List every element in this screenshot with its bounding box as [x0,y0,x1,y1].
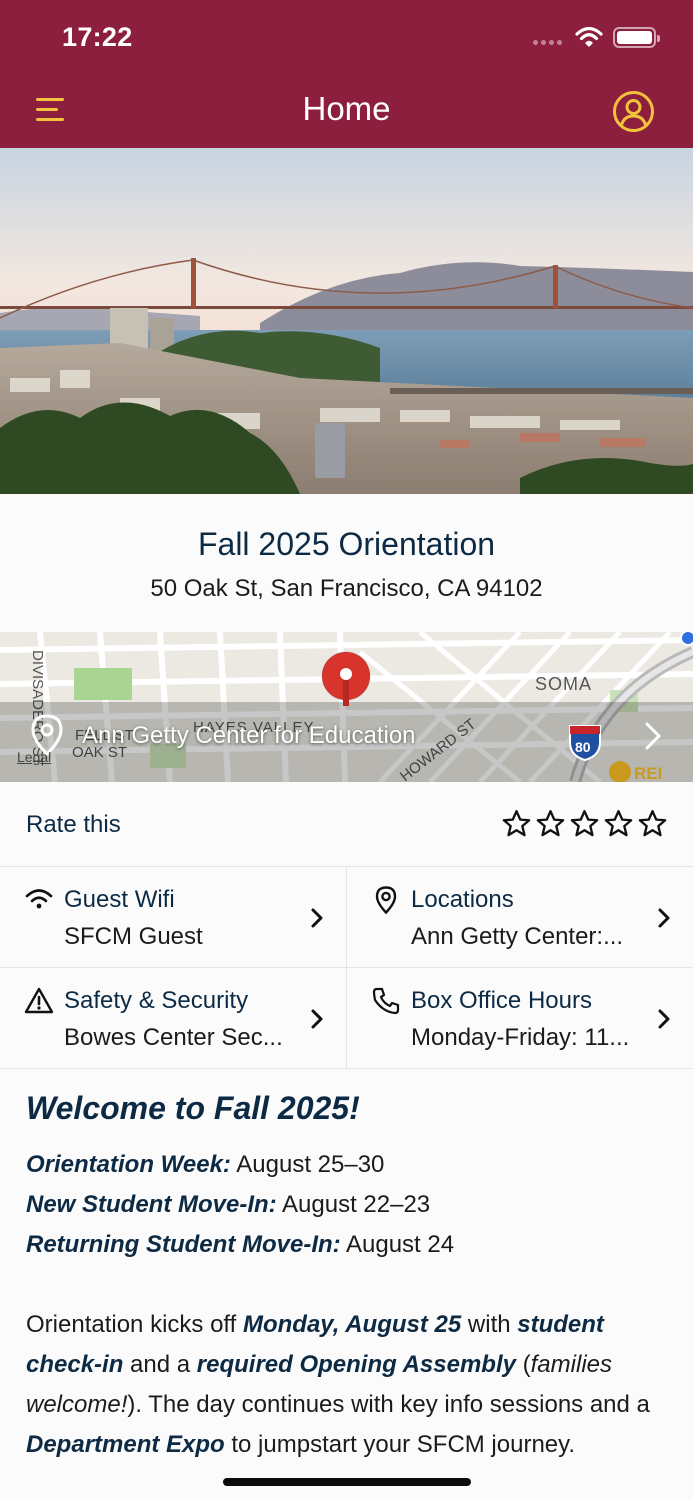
page-title: Home [302,90,391,127]
home-indicator[interactable] [223,1478,471,1486]
date-value: August 25–30 [230,1151,385,1178]
event-address: 50 Oak St, San Francisco, CA 94102 [150,575,543,602]
event-title: Fall 2025 Orientation [197,526,496,562]
info-card-subtitle: Monday-Friday: 11... [411,1024,630,1051]
date-label: New Student Move-In: [26,1191,277,1218]
user-circle-icon[interactable] [612,90,655,133]
star-rating[interactable] [501,808,668,839]
welcome-paragraph: Orientation kicks off Monday, August 25 … [26,1311,650,1458]
rate-row: Rate this [0,782,693,867]
info-card-title: Locations [411,886,514,913]
star-icon[interactable] [603,808,634,839]
date-orientation-week: Orientation Week: August 25–30 [26,1145,666,1185]
date-new-student-move-in: New Student Move-In: August 22–23 [26,1185,666,1225]
info-card-guest-wifi[interactable]: Guest Wifi SFCM Guest [0,867,346,968]
app-header: 17:22 Home [0,0,693,148]
info-card-subtitle: Ann Getty Center:... [411,923,624,950]
star-icon[interactable] [569,808,600,839]
rate-label: Rate this [26,811,121,838]
star-icon[interactable] [535,808,566,839]
info-card-box-office-hours[interactable]: Box Office Hours Monday-Friday: 11... [346,968,693,1069]
svg-text:REI: REI [634,764,662,782]
warning-triangle-icon [24,987,54,1014]
star-icon[interactable] [637,808,668,839]
star-icon[interactable] [501,808,532,839]
info-card-locations[interactable]: Locations Ann Getty Center:... [346,867,693,968]
hero-image [0,148,693,494]
info-card-subtitle: Bowes Center Sec... [64,1024,283,1051]
date-label: Returning Student Move-In: [26,1231,341,1258]
wifi-status-icon [575,26,603,47]
chevron-right-icon [658,908,670,928]
info-card-subtitle: SFCM Guest [64,923,203,950]
welcome-content: Welcome to Fall 2025! Orientation Week: … [26,1090,666,1465]
status-time: 17:22 [62,22,133,52]
wifi-icon [25,889,53,909]
date-label: Orientation Week: [26,1151,231,1178]
svg-text:80: 80 [575,739,591,755]
info-card-title: Safety & Security [64,987,249,1014]
battery-icon [613,27,660,48]
cellular-signal-icon [533,40,562,45]
info-card-safety-security[interactable]: Safety & Security Bowes Center Sec... [0,968,346,1069]
date-value: August 22–23 [276,1191,431,1218]
event-header: Fall 2025 Orientation 50 Oak St, San Fra… [0,494,693,632]
location-pin-icon [375,886,397,915]
map-legal-link[interactable]: Legal [17,749,51,765]
map-location-label: Ann Getty Center for Education [82,722,416,749]
svg-text:SOMA: SOMA [535,674,592,694]
chevron-right-icon [658,1009,670,1029]
chevron-right-icon [311,908,323,928]
location-map[interactable]: SOMA HAYES VALLEY FELL ST OAK ST DIVISAD… [0,632,693,782]
welcome-title: Welcome to Fall 2025! [26,1090,360,1126]
info-card-title: Guest Wifi [64,886,175,913]
phone-icon [372,987,400,1015]
date-returning-student-move-in: Returning Student Move-In: August 24 [26,1225,666,1265]
date-value: August 24 [340,1231,455,1258]
info-card-title: Box Office Hours [411,987,592,1014]
chevron-right-icon [311,1009,323,1029]
